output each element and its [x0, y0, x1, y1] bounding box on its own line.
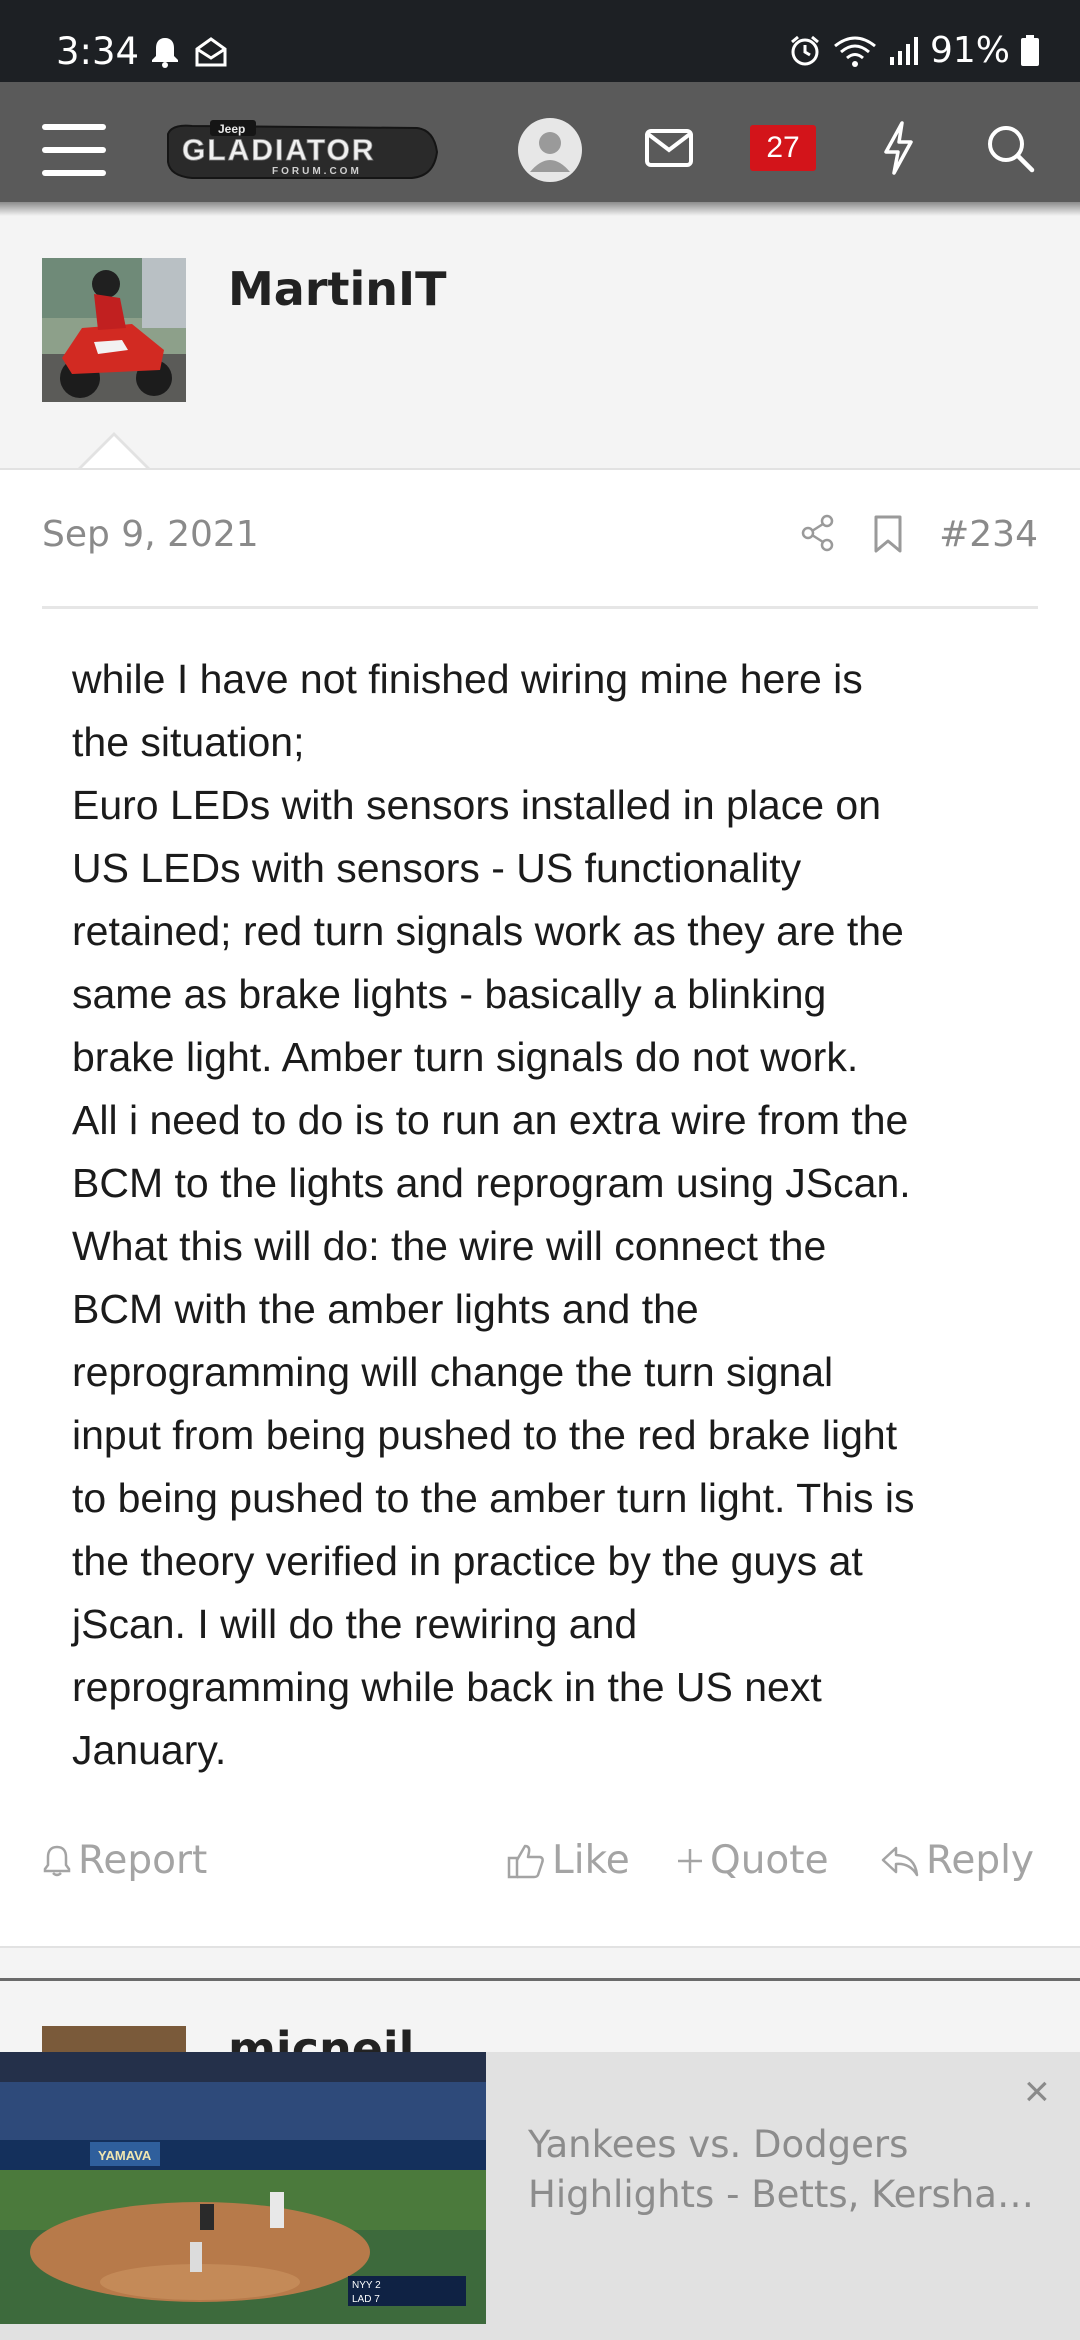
status-time: 3:34	[56, 30, 140, 73]
battery-icon	[1021, 34, 1039, 66]
ad-title-line2: Highlights - Betts, Kershaw…	[528, 2173, 1038, 2216]
post-body: while I have not finished wiring mine he…	[72, 648, 1032, 1782]
post-body-line: the theory verified in practice by the g…	[72, 1538, 863, 1584]
ad-banner-text: YAMAVA	[98, 2148, 152, 2163]
post-date[interactable]: Sep 9, 2021	[42, 514, 259, 555]
post-body-line: January.	[72, 1727, 227, 1773]
bookmark-icon[interactable]	[872, 514, 904, 554]
share-icon[interactable]	[800, 514, 836, 552]
ad-score-top: NYY 2	[352, 2280, 381, 2291]
search-icon[interactable]	[984, 122, 1036, 174]
video-ad-thumbnail[interactable]: YAMAVA NYY 2 LAD 7	[0, 2052, 486, 2324]
quote-button[interactable]: Quote	[676, 1838, 829, 1883]
notification-count-badge[interactable]: 27	[750, 125, 816, 171]
post-body-line: same as brake lights - basically a blink…	[72, 971, 827, 1017]
status-bar: 3:34 91%	[0, 0, 1080, 82]
header-shadow	[0, 202, 1080, 216]
ad-title-line1: Yankees vs. Dodgers	[528, 2123, 909, 2166]
post-separator	[0, 1978, 1080, 1981]
ad-score-bottom: LAD 7	[352, 2294, 380, 2305]
reply-icon	[881, 1846, 919, 1876]
post-body-line: BCM with the amber lights and the	[72, 1286, 699, 1332]
site-logo[interactable]: Jeep GLADIATOR FORUM.COM	[162, 114, 440, 188]
post-number-link[interactable]: #234	[939, 514, 1038, 555]
post-actions: Report Like Quote Reply	[0, 1838, 1080, 1898]
mail-open-icon	[195, 37, 227, 67]
post-body-line: jScan. I will do the rewiring and	[72, 1601, 638, 1647]
post-body-line: BCM to the lights and reprogram using JS…	[72, 1160, 911, 1206]
reply-button[interactable]: Reply	[880, 1838, 1034, 1883]
wifi-icon	[834, 36, 876, 67]
post-body-line: reprogramming will change the turn signa…	[72, 1349, 834, 1395]
logo-main-text: GLADIATOR	[182, 134, 376, 167]
like-label: Like	[552, 1838, 630, 1883]
video-ad-title[interactable]: Yankees vs. Dodgers Highlights - Betts, …	[528, 2120, 1038, 2220]
quote-label: Quote	[710, 1838, 829, 1883]
bell-icon	[152, 38, 178, 68]
post-body-line: What this will do: the wire will connect…	[72, 1223, 827, 1269]
logo-sub-text: FORUM.COM	[272, 166, 362, 177]
post-body-line: while I have not finished wiring mine he…	[72, 656, 863, 702]
report-button[interactable]: Report	[42, 1838, 207, 1883]
post-body-line: the situation;	[72, 719, 305, 765]
signal-icon	[889, 36, 918, 65]
thumbs-up-icon	[507, 1844, 544, 1878]
post-body-line: input from being pushed to the red brake…	[72, 1412, 898, 1458]
battery-percent: 91%	[929, 30, 1010, 71]
alarm-icon	[791, 35, 819, 65]
bell-outline-icon	[43, 1845, 71, 1876]
post-body-line: Euro LEDs with sensors installed in plac…	[72, 782, 882, 828]
post-body-line: US LEDs with sensors - US functionality	[72, 845, 802, 891]
bolt-icon[interactable]	[880, 120, 916, 176]
plus-icon	[678, 1848, 702, 1873]
post-body-line: retained; red turn signals work as they …	[72, 908, 904, 954]
author-caret-fill	[80, 436, 148, 470]
reply-label: Reply	[926, 1838, 1035, 1883]
post-divider	[42, 606, 1038, 609]
user-avatar-icon[interactable]	[518, 118, 582, 182]
post-body-line: All i need to do is to run an extra wire…	[72, 1097, 909, 1143]
like-button[interactable]: Like	[506, 1838, 630, 1883]
gladiator-logo-graphic: Jeep GLADIATOR FORUM.COM	[167, 120, 439, 179]
author-avatar[interactable]	[42, 258, 186, 402]
post-body-line: to being pushed to the amber turn light.…	[72, 1475, 915, 1521]
post-body-line: reprogramming while back in the US next	[72, 1664, 822, 1710]
post-body-line: brake light. Amber turn signals do not w…	[72, 1034, 859, 1080]
menu-icon[interactable]	[42, 124, 106, 176]
close-icon[interactable]: ×	[1024, 2070, 1050, 2114]
author-username[interactable]: MartinIT	[228, 262, 447, 316]
mail-icon[interactable]	[644, 128, 694, 168]
report-label: Report	[78, 1838, 208, 1883]
